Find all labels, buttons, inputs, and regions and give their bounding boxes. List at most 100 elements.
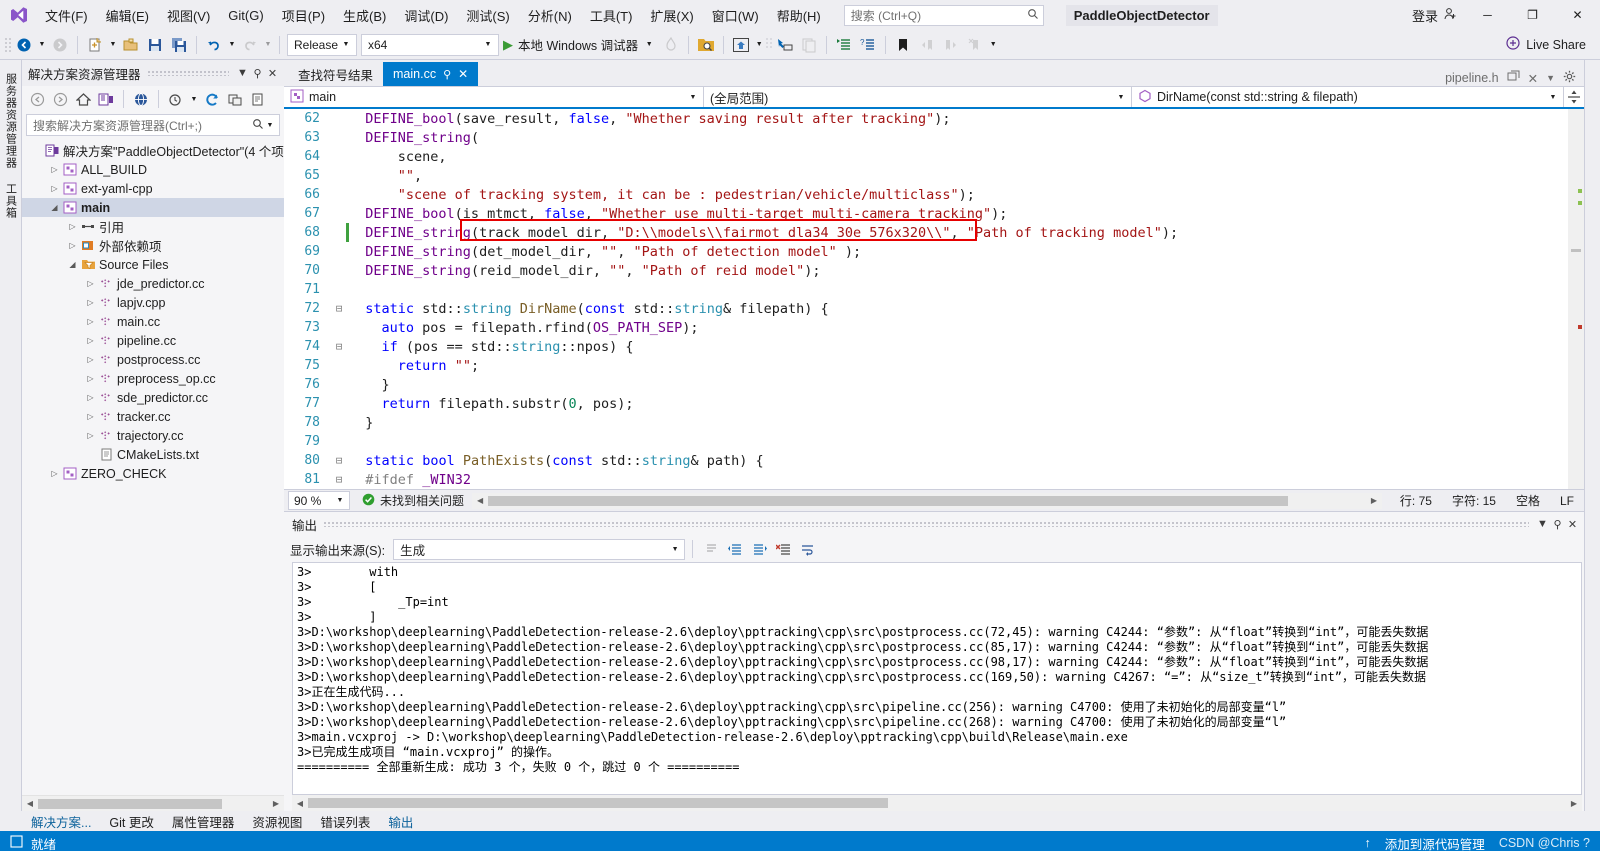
- type-scope-combo[interactable]: (全局范围) ▼: [704, 87, 1132, 107]
- panel-menu-chevron-icon[interactable]: ▼: [1535, 518, 1550, 530]
- se-pending-dropdown-icon[interactable]: ▼: [188, 96, 200, 103]
- project-scope-combo[interactable]: main ▼: [284, 87, 704, 107]
- code-line[interactable]: 69 DEFINE_string(det_model_dir, "", "Pat…: [284, 242, 1568, 261]
- chevron-down-icon[interactable]: ▼: [1546, 73, 1555, 83]
- menu-edit[interactable]: 编辑(E): [97, 2, 158, 29]
- scroll-thumb[interactable]: [488, 495, 1289, 506]
- scroll-left-icon[interactable]: ◀: [292, 799, 308, 808]
- code-line[interactable]: 75 return "";: [284, 356, 1568, 375]
- comment-lines-icon[interactable]: [832, 34, 856, 56]
- menu-analyze[interactable]: 分析(N): [519, 2, 581, 29]
- code-line[interactable]: 72 ⊟ static std::string DirName(const std…: [284, 299, 1568, 318]
- open-file-button[interactable]: [119, 34, 143, 56]
- se-properties-icon[interactable]: [247, 89, 269, 110]
- collapsed-arrow-icon[interactable]: ▷: [84, 336, 97, 345]
- collapsed-arrow-icon[interactable]: ▷: [48, 184, 61, 193]
- se-home-icon[interactable]: [72, 89, 94, 110]
- bottom-tab-property-manager[interactable]: 属性管理器: [163, 812, 244, 831]
- panel-pin-icon[interactable]: ⚲: [250, 67, 265, 80]
- fold-toggle-icon[interactable]: ⊟: [332, 454, 346, 467]
- tree-item[interactable]: ▷ sde_predictor.cc: [22, 388, 284, 407]
- tree-item[interactable]: ▷ 引用: [22, 217, 284, 236]
- code-line[interactable]: 81 ⊟ #ifdef _WIN32: [284, 470, 1568, 489]
- collapsed-arrow-icon[interactable]: ▷: [84, 317, 97, 326]
- menu-help[interactable]: 帮助(H): [768, 2, 830, 29]
- menu-git[interactable]: Git(G): [219, 4, 272, 27]
- add-to-source-control-button[interactable]: 添加到源代码管理: [1385, 834, 1485, 851]
- code-line[interactable]: 63 DEFINE_string(: [284, 128, 1568, 147]
- tree-item[interactable]: ▷ ALL_BUILD: [22, 160, 284, 179]
- scroll-left-icon[interactable]: ◀: [22, 799, 38, 808]
- editor-vertical-scrollbar[interactable]: [1568, 109, 1584, 489]
- code-line[interactable]: 62 DEFINE_bool(save_result, false, "Whet…: [284, 109, 1568, 128]
- minimize-button[interactable]: ─: [1465, 0, 1510, 30]
- toolbar-grip[interactable]: [4, 36, 12, 54]
- tree-item[interactable]: ▷ main.cc: [22, 312, 284, 331]
- panel-close-icon[interactable]: ✕: [265, 67, 280, 80]
- hot-reload-icon[interactable]: [659, 34, 683, 56]
- gear-icon[interactable]: [1563, 70, 1576, 86]
- bottom-tab-solution-explorer[interactable]: 解决方案...: [22, 812, 100, 831]
- output-source-combo[interactable]: 生成 ▼: [393, 538, 686, 560]
- previous-bookmark-icon[interactable]: [915, 34, 939, 56]
- navigate-forward-button[interactable]: [48, 34, 72, 56]
- solution-tree[interactable]: 解决方案"PaddleObjectDetector"(4 个项 ▷ ALL_BUIL…: [22, 139, 284, 795]
- comment-block-icon[interactable]: [797, 34, 821, 56]
- preview-tab-label[interactable]: pipeline.h: [1445, 71, 1499, 85]
- bottom-tab-resource-view[interactable]: 资源视图: [243, 812, 311, 831]
- collapsed-arrow-icon[interactable]: ▷: [66, 241, 79, 250]
- undo-dropdown-icon[interactable]: ▼: [226, 41, 238, 48]
- rail-server-explorer[interactable]: 服务器资源管理器: [3, 68, 19, 174]
- output-text[interactable]: 3> with 3> [3> _Tp=int 3> ] 3>D:\workshop\d…: [292, 562, 1582, 795]
- undo-button[interactable]: [202, 34, 226, 56]
- quick-launch-search[interactable]: 搜索 (Ctrl+Q): [843, 4, 1044, 26]
- scroll-right-icon[interactable]: ▶: [268, 799, 284, 808]
- se-refresh-icon[interactable]: [201, 89, 223, 110]
- collapsed-arrow-icon[interactable]: ▷: [84, 374, 97, 383]
- zoom-level-combo[interactable]: 90 % ▼: [288, 491, 350, 510]
- solution-explorer-search-input[interactable]: 搜索解决方案资源管理器(Ctrl+;) ▼: [26, 114, 280, 136]
- new-project-dropdown-icon[interactable]: ▼: [107, 41, 119, 48]
- scroll-thumb[interactable]: [308, 798, 888, 808]
- go-to-next-message-icon[interactable]: [748, 539, 770, 560]
- editor-horizontal-scrollbar[interactable]: ◀ ▶: [472, 492, 1382, 509]
- menu-file[interactable]: 文件(F): [36, 2, 97, 29]
- tree-item[interactable]: ▷ ext-yaml-cpp: [22, 179, 284, 198]
- code-line[interactable]: 65 "",: [284, 166, 1568, 185]
- se-back-icon[interactable]: [26, 89, 48, 110]
- code-line[interactable]: 77 return filepath.substr(0, pos);: [284, 394, 1568, 413]
- tree-item[interactable]: ▷ 外部依赖项: [22, 236, 284, 255]
- bottom-tab-output[interactable]: 输出: [379, 812, 422, 831]
- collapsed-arrow-icon[interactable]: ▷: [84, 431, 97, 440]
- solution-explorer-home-icon[interactable]: [729, 34, 753, 56]
- float-window-icon[interactable]: [1507, 70, 1520, 86]
- solution-explorer-hscrollbar[interactable]: ◀ ▶: [22, 795, 284, 811]
- toggle-word-wrap-icon[interactable]: [796, 539, 818, 560]
- redo-button[interactable]: [238, 34, 262, 56]
- tab-main-cc[interactable]: main.cc ⚲ ✕: [383, 62, 479, 86]
- tree-item[interactable]: ◢ Source Files: [22, 255, 284, 274]
- se-forward-icon[interactable]: [49, 89, 71, 110]
- tab-find-symbol-results[interactable]: 查找符号结果: [288, 62, 383, 86]
- scroll-right-icon[interactable]: ▶: [1566, 799, 1582, 808]
- chevron-down-icon[interactable]: ▼: [643, 41, 655, 48]
- scroll-left-icon[interactable]: ◀: [472, 496, 488, 505]
- collapsed-arrow-icon[interactable]: ▷: [48, 469, 61, 478]
- publish-arrow-icon[interactable]: ↑: [1365, 836, 1371, 850]
- menu-extensions[interactable]: 扩展(X): [641, 2, 702, 29]
- bottom-tab-git-changes[interactable]: Git 更改: [100, 812, 162, 831]
- close-icon[interactable]: ✕: [458, 67, 468, 81]
- se-collapse-all-icon[interactable]: [224, 89, 246, 110]
- restore-button[interactable]: ❐: [1510, 0, 1555, 30]
- code-line[interactable]: 73 auto pos = filepath.rfind(OS_PATH_SEP…: [284, 318, 1568, 337]
- expanded-arrow-icon[interactable]: ◢: [48, 203, 61, 212]
- se-pending-changes-icon[interactable]: [165, 89, 187, 110]
- menu-tools[interactable]: 工具(T): [581, 2, 642, 29]
- fold-toggle-icon[interactable]: ⊟: [332, 340, 346, 353]
- se-show-all-files-icon[interactable]: [130, 89, 152, 110]
- pin-icon[interactable]: ⚲: [443, 68, 451, 81]
- code-line[interactable]: 76 }: [284, 375, 1568, 394]
- member-scope-combo[interactable]: DirName(const std::string & filepath) ▼: [1132, 87, 1564, 107]
- code-line[interactable]: 66 "scene of tracking system, it can be …: [284, 185, 1568, 204]
- step-into-icon[interactable]: [773, 34, 797, 56]
